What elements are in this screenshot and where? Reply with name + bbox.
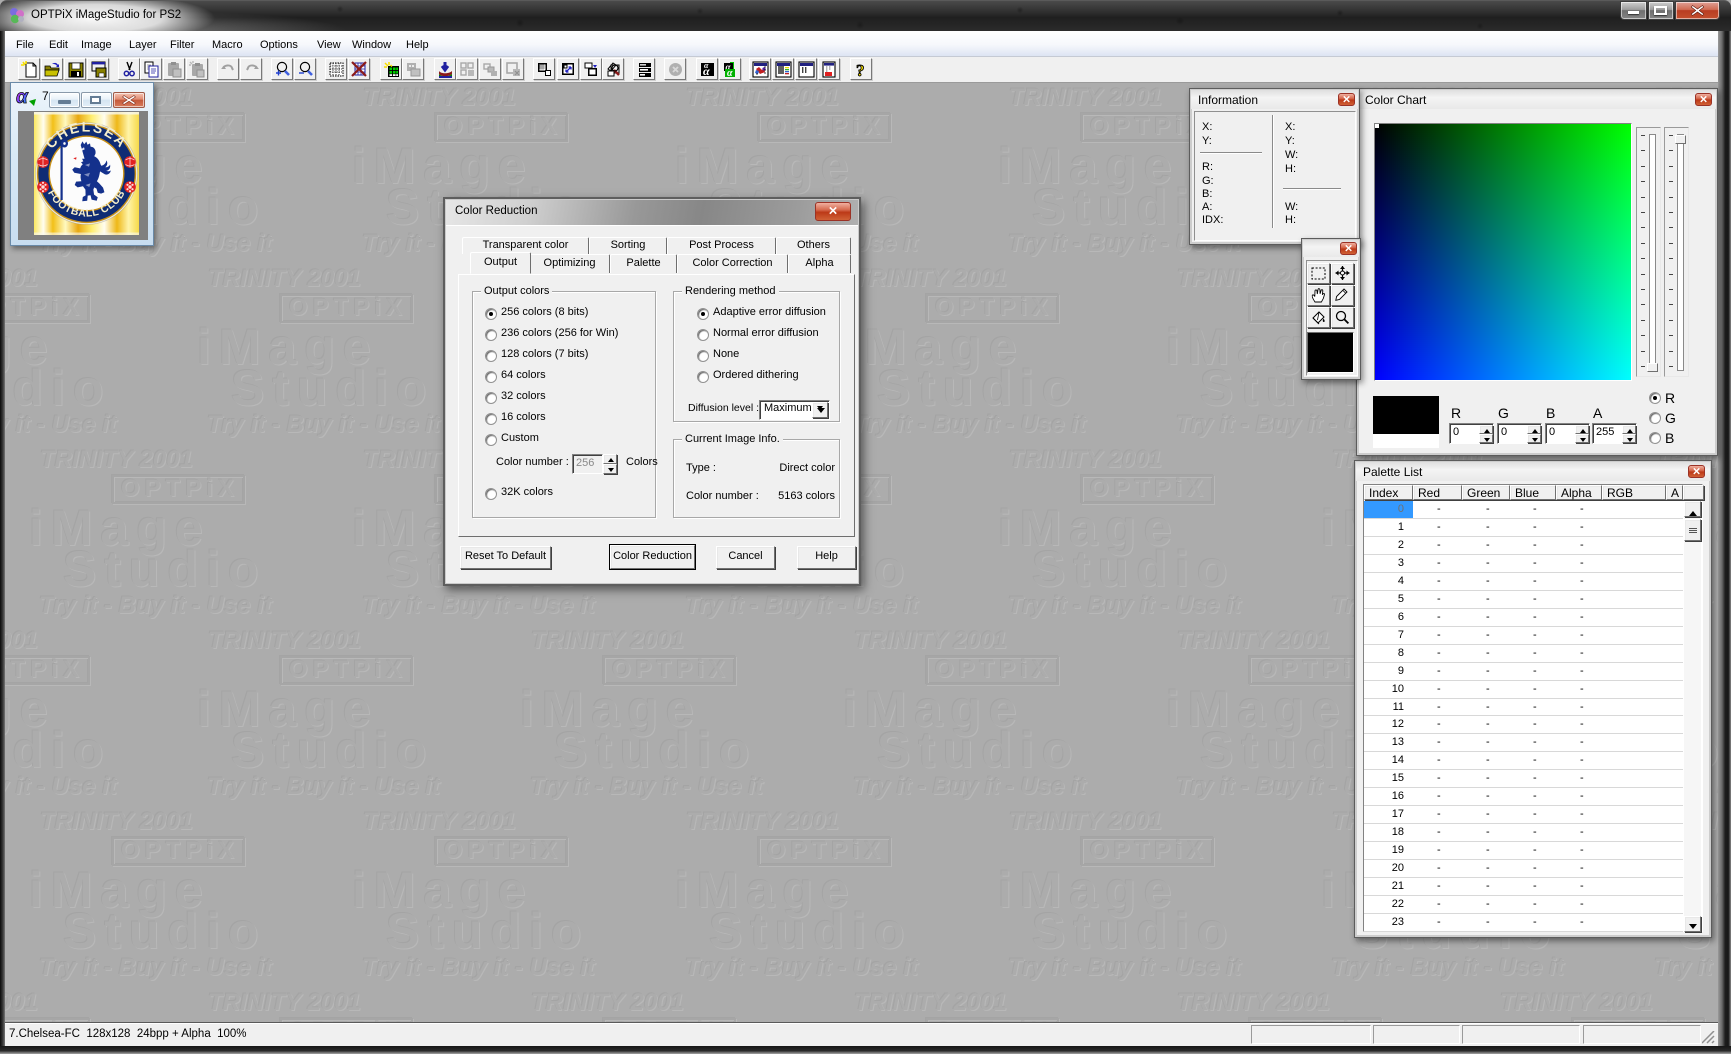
svg-text:α: α	[727, 68, 733, 78]
svg-text:α: α	[16, 87, 29, 107]
svg-text:?: ?	[856, 61, 865, 78]
svg-text:α: α	[704, 61, 709, 70]
